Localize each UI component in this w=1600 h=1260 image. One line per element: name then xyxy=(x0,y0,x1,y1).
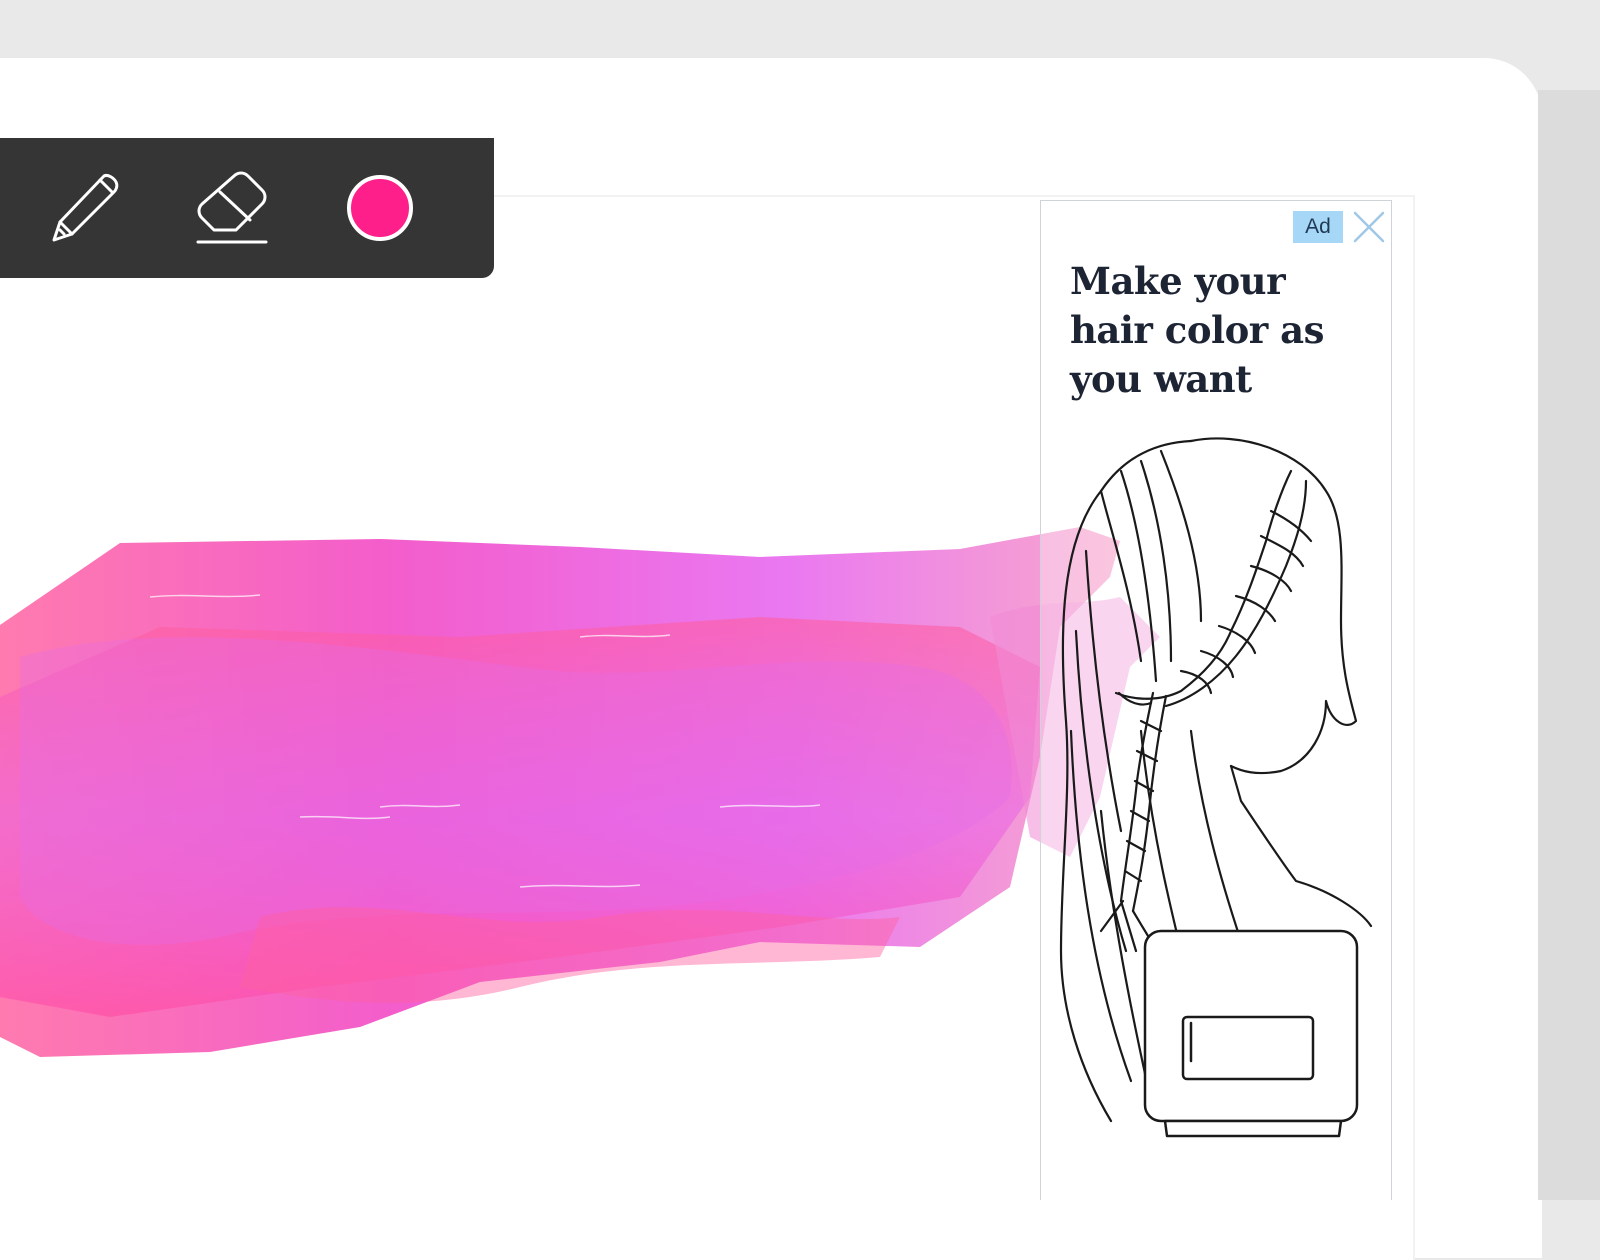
ad-banner[interactable]: Ad Make your hair color as you want xyxy=(1040,200,1392,1200)
pencil-tool-button[interactable] xyxy=(44,168,124,248)
device-frame-edge xyxy=(1538,90,1600,1200)
pencil-icon xyxy=(52,174,119,242)
drawing-toolbar xyxy=(0,138,494,278)
color-picker-button[interactable] xyxy=(340,168,420,248)
hair-illustration xyxy=(1059,437,1373,1138)
eraser-tool-button[interactable] xyxy=(192,168,272,248)
ad-badge: Ad xyxy=(1293,211,1343,243)
ad-headline: Make your hair color as you want xyxy=(1070,259,1324,401)
ad-close-button[interactable] xyxy=(1351,209,1387,245)
eraser-icon xyxy=(196,171,268,244)
selected-color-swatch xyxy=(347,175,413,241)
close-icon xyxy=(1353,211,1385,243)
